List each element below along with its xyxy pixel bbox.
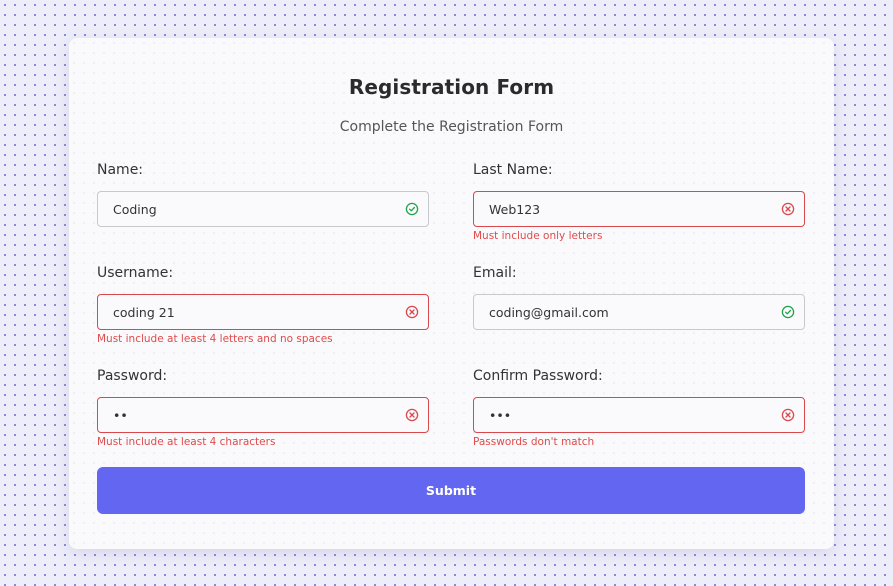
username-input-wrapper (97, 294, 429, 330)
email-field-group: Email: (473, 264, 805, 330)
password-label: Password: (97, 368, 168, 384)
x-circle-icon (405, 408, 419, 422)
x-circle-icon (405, 305, 419, 319)
email-input-wrapper (473, 294, 805, 330)
password-field-group: Password: Must include at least 4 charac… (97, 367, 429, 448)
x-circle-icon (781, 408, 795, 422)
check-circle-icon (405, 202, 419, 216)
name-label: Name: (97, 162, 144, 178)
confirm-password-input-wrapper (473, 397, 805, 433)
name-input-wrapper (97, 191, 429, 227)
email-input[interactable] (474, 295, 779, 329)
last-name-label: Last Name: (473, 162, 553, 178)
registration-card: Registration Form Complete the Registrat… (69, 38, 834, 549)
check-circle-icon (781, 305, 795, 319)
last-name-error: Must include only letters (473, 230, 603, 242)
last-name-input-wrapper (473, 191, 805, 227)
form-subtitle: Complete the Registration Form (339, 119, 564, 135)
username-label: Username: (97, 265, 174, 281)
username-input[interactable] (98, 295, 403, 329)
password-error: Must include at least 4 characters (97, 436, 276, 448)
name-input[interactable] (98, 192, 403, 226)
username-field-group: Username: Must include at least 4 letter… (97, 264, 429, 345)
form-title: Registration Form (348, 75, 555, 99)
password-input-wrapper (97, 397, 429, 433)
email-label: Email: (473, 265, 517, 281)
name-field-group: Name: (97, 161, 429, 227)
password-input[interactable] (98, 398, 403, 432)
username-error: Must include at least 4 letters and no s… (97, 333, 333, 345)
confirm-password-input[interactable] (474, 398, 779, 432)
x-circle-icon (781, 202, 795, 216)
confirm-password-field-group: Confirm Password: Passwords don't match (473, 367, 805, 448)
confirm-password-error: Passwords don't match (473, 436, 595, 448)
confirm-password-label: Confirm Password: (473, 368, 603, 384)
last-name-field-group: Last Name: Must include only letters (473, 161, 805, 242)
last-name-input[interactable] (474, 192, 779, 226)
submit-button[interactable]: Submit (97, 467, 805, 514)
